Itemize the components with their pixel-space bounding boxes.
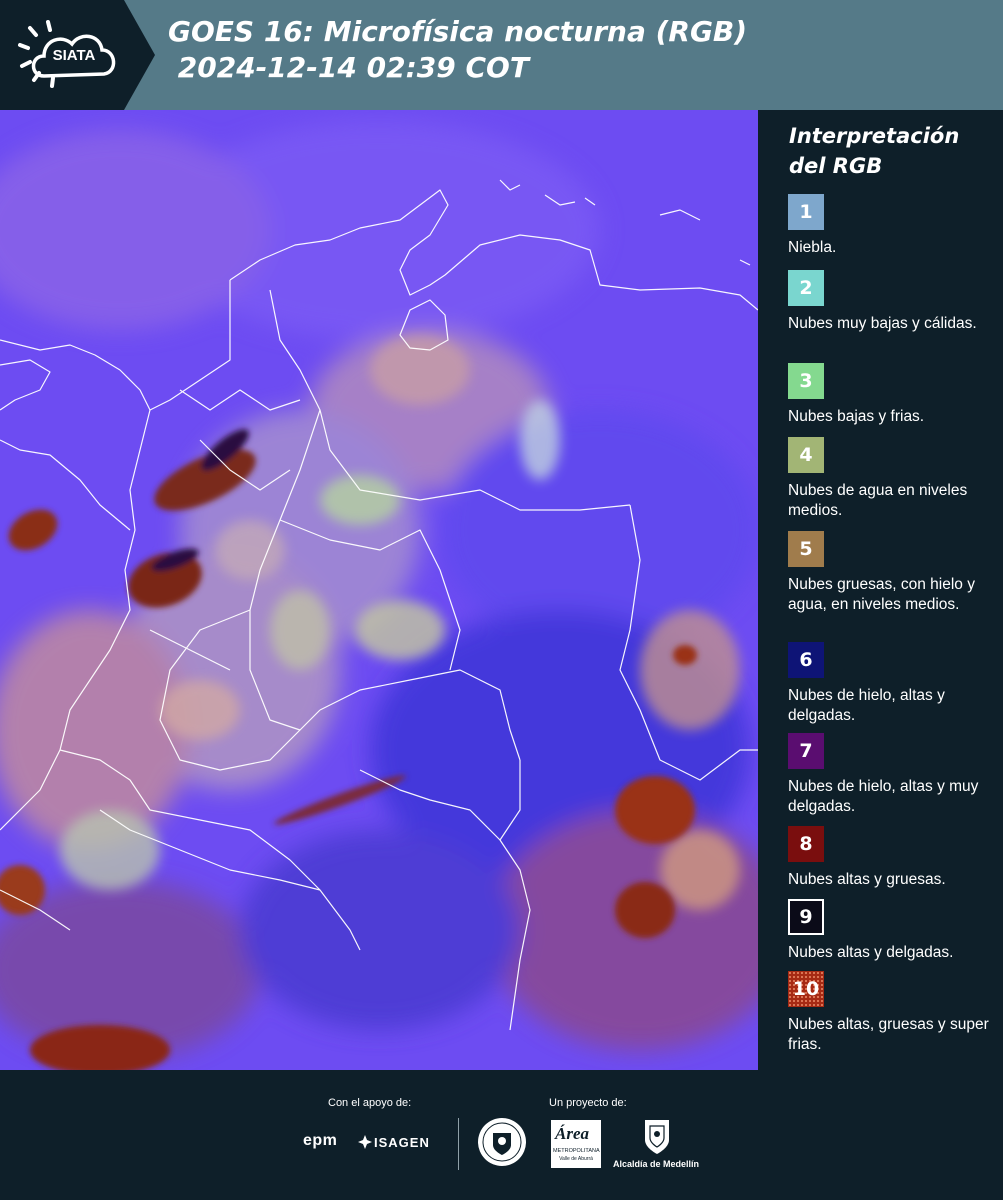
legend-item-7: 7 Nubes de hielo, altas y muy delgadas. — [788, 733, 998, 817]
legend-swatch-3: 3 — [788, 363, 824, 399]
title-line-2: 2024-12-14 02:39 COT — [168, 51, 529, 84]
medellin-label: Alcaldía de Medellín — [613, 1159, 700, 1169]
support-label: Con el apoyo de: — [328, 1097, 412, 1109]
legend-item-9: 9 Nubes altas y delgadas. — [788, 899, 998, 963]
legend-label-5: Nubes gruesas, con hielo y agua, en nive… — [788, 576, 975, 613]
legend-label-1: Niebla. — [788, 239, 837, 256]
legend-swatch-8: 8 — [788, 826, 824, 862]
legend-item-4: 4 Nubes de agua en niveles medios. — [788, 437, 998, 521]
legend-title: Interpretación del RGB — [789, 124, 960, 178]
legend-label-10: Nubes altas, gruesas y super frias. — [788, 1016, 989, 1053]
epm-logo: epm — [303, 1132, 338, 1149]
legend-label-6: Nubes de hielo, altas y delgadas. — [788, 687, 945, 724]
legend-item-8: 8 Nubes altas y gruesas. — [788, 826, 998, 890]
legend-item-3: 3 Nubes bajas y frias. — [788, 363, 998, 427]
legend-label-9: Nubes altas y delgadas. — [788, 944, 954, 961]
legend-swatch-5: 5 — [788, 531, 824, 567]
rgb-legend: Interpretación del RGB 1 Niebla. 2 Nubes… — [758, 110, 1003, 1070]
footer: Con el apoyo de: Un proyecto de: epm ISA… — [0, 1070, 1003, 1200]
legend-item-1: 1 Niebla. — [788, 194, 998, 258]
legend-swatch-4: 4 — [788, 437, 824, 473]
legend-label-2: Nubes muy bajas y cálidas. — [788, 315, 977, 332]
area-metropolitana-logo: Área METROPOLITANA Valle de Aburrá — [551, 1120, 601, 1168]
legend-swatch-6: 6 — [788, 642, 824, 678]
legend-item-5: 5 Nubes gruesas, con hielo y agua, en ni… — [788, 531, 998, 615]
legend-swatch-1: 1 — [788, 194, 824, 230]
header: SIATA GOES 16: Microfísica nocturna (RGB… — [0, 0, 1003, 110]
title-line-1: GOES 16: Microfísica nocturna (RGB) — [168, 15, 748, 48]
footer-divider — [458, 1118, 459, 1170]
medellin-shield-icon — [643, 1118, 671, 1156]
isagen-logo: ISAGEN — [374, 1135, 430, 1150]
legend-swatch-7: 7 — [788, 733, 824, 769]
area-logo-sub2: Valle de Aburrá — [559, 1156, 593, 1162]
siata-logo: SIATA — [0, 0, 155, 110]
area-logo-title: Área — [555, 1124, 589, 1143]
legend-swatch-10: 10 — [788, 971, 824, 1007]
legend-item-6: 6 Nubes de hielo, altas y delgadas. — [788, 642, 998, 726]
legend-item-10: 10 Nubes altas, gruesas y super frias. — [788, 971, 998, 1055]
logo-text: SIATA — [53, 47, 96, 64]
university-seal-icon — [477, 1117, 527, 1167]
area-logo-sub: METROPOLITANA — [553, 1148, 600, 1154]
legend-swatch-2: 2 — [788, 270, 824, 306]
legend-item-2: 2 Nubes muy bajas y cálidas. — [788, 270, 998, 334]
legend-label-3: Nubes bajas y frias. — [788, 408, 925, 425]
isagen-icon — [358, 1134, 372, 1149]
page-title: GOES 16: Microfísica nocturna (RGB) 2024… — [168, 14, 747, 86]
project-label: Un proyecto de: — [549, 1097, 627, 1109]
legend-label-8: Nubes altas y gruesas. — [788, 871, 946, 888]
legend-label-7: Nubes de hielo, altas y muy delgadas. — [788, 778, 979, 815]
legend-swatch-9: 9 — [788, 899, 824, 935]
satellite-map[interactable] — [0, 110, 758, 1070]
legend-label-4: Nubes de agua en niveles medios. — [788, 482, 968, 519]
